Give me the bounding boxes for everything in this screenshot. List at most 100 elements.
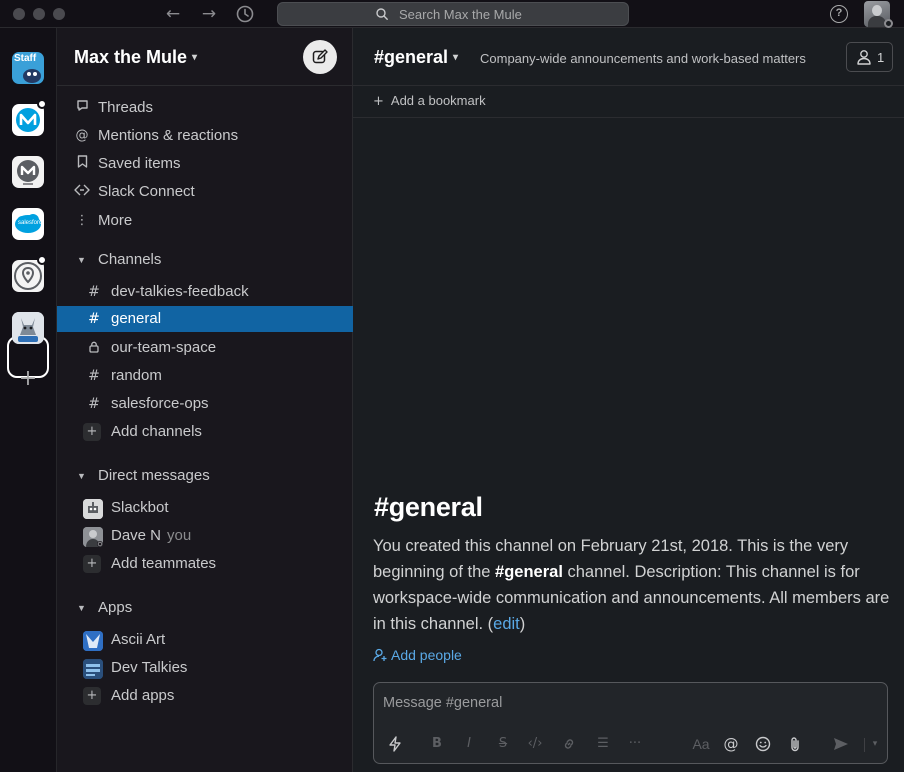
user-avatar (83, 527, 103, 547)
unread-dot-icon (37, 255, 47, 265)
sidebar-item-slack-connect[interactable]: Slack Connect (57, 179, 353, 205)
mulesoft-workspace-icon[interactable] (12, 104, 44, 136)
strikethrough-icon[interactable]: S (494, 735, 512, 753)
edit-description-link[interactable]: edit (493, 615, 520, 633)
add-workspace-icon[interactable]: + (17, 368, 39, 390)
compose-button[interactable] (303, 40, 337, 74)
italic-icon[interactable]: I (460, 735, 478, 753)
sidebar-item-threads[interactable]: Threads (57, 95, 353, 121)
channel-header: #general ▾ Company-wide announcements and… (353, 28, 904, 86)
message-input[interactable]: Message #general (383, 695, 502, 711)
search-input[interactable]: Search Max the Mule (277, 2, 629, 26)
channel-item[interactable]: # dev-talkies-feedback (57, 279, 353, 305)
window-close-button[interactable] (13, 8, 25, 20)
at-icon: @ (75, 128, 89, 143)
mention-icon[interactable]: @ (722, 735, 740, 753)
members-button[interactable]: 1 (846, 42, 893, 72)
shortcuts-icon[interactable] (386, 735, 404, 753)
question-circle-icon[interactable]: ? (830, 5, 848, 23)
plus-icon: + (373, 94, 384, 109)
sidebar-divider (57, 85, 353, 86)
bold-icon[interactable]: B (428, 735, 446, 753)
channel-item[interactable]: our-team-space (57, 335, 353, 361)
sidebar-item-saved[interactable]: Saved items (57, 151, 353, 177)
channel-item-active[interactable]: # general (57, 306, 353, 332)
staff-workspace-icon[interactable]: Staff (12, 52, 44, 84)
apps-section-header[interactable]: ▼ Apps (57, 595, 353, 621)
add-person-icon (373, 648, 387, 662)
workspace-name: Max the Mule (74, 47, 188, 67)
slackbot-avatar (83, 499, 103, 519)
caret-down-icon: ▼ (77, 255, 86, 265)
caret-down-icon: ▼ (77, 603, 86, 613)
arrow-left-icon[interactable]: ← (162, 3, 184, 25)
channel-view: #general ▾ Company-wide announcements and… (353, 28, 904, 772)
salesforce-workspace-label: salesforce (18, 220, 44, 226)
search-placeholder: Search Max the Mule (399, 7, 522, 22)
bookmark-icon (73, 151, 91, 177)
lock-icon (85, 335, 103, 361)
channel-intro-text: You created this channel on February 21s… (373, 537, 890, 633)
more-vertical-icon: ⋮ (75, 213, 89, 228)
sidebar-item-mentions[interactable]: @ Mentions & reactions (57, 123, 353, 149)
list-icon[interactable]: ☰ (594, 735, 612, 753)
message-composer[interactable]: Message #general B I S ‹/› ☰ ··· Aa @ ▾ (373, 682, 888, 764)
slack-connect-icon (73, 179, 91, 205)
threads-icon (73, 95, 91, 121)
presence-status-icon (884, 19, 893, 28)
window-zoom-button[interactable] (53, 8, 65, 20)
bookmark-bar: + Add a bookmark (353, 86, 904, 118)
meetups-workspace-icon[interactable] (12, 260, 44, 292)
app-item-ascii-art[interactable]: Ascii Art (57, 627, 353, 653)
emoji-icon[interactable] (754, 735, 772, 753)
unread-dot-icon (37, 99, 47, 109)
dm-section-header[interactable]: ▼ Direct messages (57, 463, 353, 489)
dm-item-slackbot[interactable]: Slackbot (57, 495, 353, 521)
member-count: 1 (877, 50, 885, 65)
title-bar: ← → Search Max the Mule ? (0, 0, 904, 28)
mulesoft-community-icon[interactable] (12, 156, 44, 188)
add-teammates-button[interactable]: + Add teammates (57, 551, 353, 577)
you-label: you (167, 527, 192, 544)
person-icon (857, 50, 871, 65)
add-apps-button[interactable]: + Add apps (57, 683, 353, 709)
link-icon[interactable] (560, 735, 578, 753)
channel-topic[interactable]: Company-wide announcements and work-base… (480, 51, 806, 66)
plus-icon: + (83, 555, 101, 573)
more-formatting-icon[interactable]: ··· (626, 735, 644, 753)
app-item-dev-talkies[interactable]: Dev Talkies (57, 655, 353, 681)
toolbar-divider (864, 738, 865, 752)
hash-icon: # (88, 311, 100, 327)
plus-icon: + (83, 687, 101, 705)
channel-intro-title: #general (374, 492, 483, 522)
channel-name-button[interactable]: #general ▾ (374, 47, 458, 68)
add-bookmark-button[interactable]: + Add a bookmark (373, 93, 486, 109)
workspace-name-menu[interactable]: Max the Mule ▾ (74, 47, 197, 68)
plus-icon: + (83, 423, 101, 441)
caret-down-icon: ▼ (77, 471, 86, 481)
attach-icon[interactable] (786, 735, 804, 753)
channel-item[interactable]: # salesforce-ops (57, 391, 353, 417)
compose-icon (312, 49, 328, 64)
add-channels-button[interactable]: + Add channels (57, 419, 353, 445)
chevron-down-icon: ▾ (453, 52, 459, 63)
hash-icon: # (88, 396, 100, 412)
search-icon (376, 8, 388, 20)
send-icon[interactable] (832, 735, 850, 753)
sidebar: Max the Mule ▾ Threads @ Mentions & react… (57, 28, 353, 772)
dm-item-self[interactable]: Dave Nyou (57, 523, 353, 549)
salesforce-workspace-icon[interactable]: salesforce (12, 208, 44, 240)
text-format-icon[interactable]: Aa (690, 735, 712, 753)
max-the-mule-workspace-icon[interactable] (12, 312, 44, 344)
arrow-right-icon[interactable]: → (198, 3, 220, 25)
add-people-button[interactable]: Add people (373, 647, 462, 663)
send-options-icon[interactable]: ▾ (866, 735, 884, 753)
sidebar-item-more[interactable]: ⋮ More (57, 208, 353, 234)
code-icon[interactable]: ‹/› (526, 735, 544, 753)
channels-section-header[interactable]: ▼ Channels (57, 247, 353, 273)
clock-icon[interactable] (234, 3, 256, 25)
dev-talkies-app-icon (83, 659, 103, 679)
channel-item[interactable]: # random (57, 363, 353, 389)
window-minimize-button[interactable] (33, 8, 45, 20)
hash-icon: # (88, 368, 100, 384)
